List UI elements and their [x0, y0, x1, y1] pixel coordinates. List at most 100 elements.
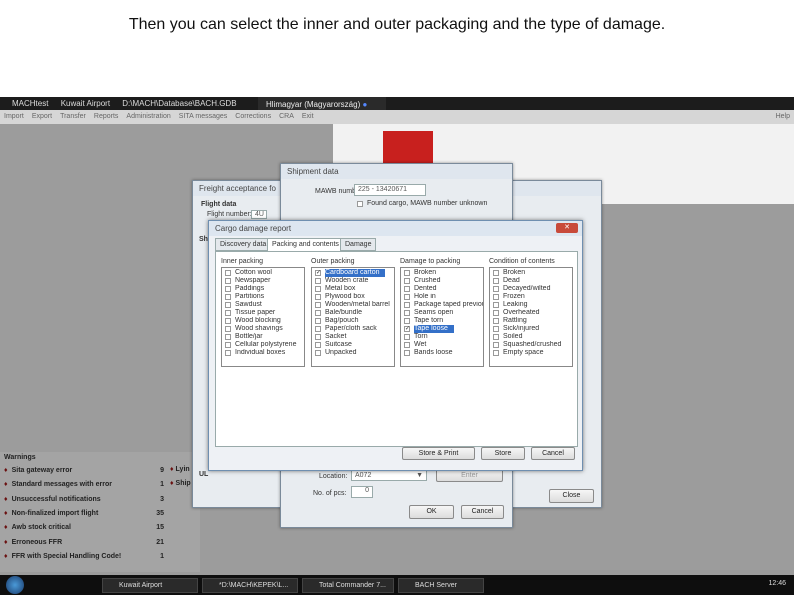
checkbox[interactable]	[404, 310, 410, 316]
checkbox[interactable]	[225, 326, 231, 332]
checkbox[interactable]: ✓	[404, 326, 410, 332]
found-cargo-checkbox[interactable]: Found cargo, MAWB number unknown	[354, 200, 487, 207]
checkbox[interactable]	[493, 326, 499, 332]
checkbox[interactable]	[493, 318, 499, 324]
checkbox-item[interactable]: Broken	[401, 269, 483, 277]
menu-corrections[interactable]: Corrections	[235, 113, 271, 120]
help-icon[interactable]: ●	[362, 100, 367, 109]
checkbox-item[interactable]: Tape torn	[401, 317, 483, 325]
checkbox-item[interactable]: Overheated	[490, 309, 572, 317]
checkbox[interactable]	[404, 302, 410, 308]
checkbox-item[interactable]: Wet	[401, 341, 483, 349]
checkbox-item[interactable]: Newspaper	[222, 277, 304, 285]
checkbox-item[interactable]: Unpacked	[312, 349, 394, 357]
menu-administration[interactable]: Administration	[126, 113, 170, 120]
checkbox[interactable]	[225, 318, 231, 324]
checkbox-item[interactable]: ✓ Tape loose	[401, 325, 483, 333]
checkbox[interactable]	[225, 270, 231, 276]
checkbox[interactable]	[315, 326, 321, 332]
checkbox[interactable]	[225, 334, 231, 340]
checkbox-item[interactable]: Bale/bundle	[312, 309, 394, 317]
tab-packing-contents[interactable]: Packing and contents	[267, 238, 344, 252]
checkbox-item[interactable]: Suitcase	[312, 341, 394, 349]
checkbox-item[interactable]: Wooden crate	[312, 277, 394, 285]
warning-item[interactable]: ♦ Erroneous FFR 21	[4, 538, 164, 548]
tab-damage[interactable]: Damage	[340, 238, 377, 251]
checkbox-item[interactable]: Decayed/wilted	[490, 285, 572, 293]
checkbox[interactable]	[225, 302, 231, 308]
warning-item[interactable]: ♦ Standard messages with error 1	[4, 480, 164, 490]
checkbox[interactable]	[315, 278, 321, 284]
checkbox-item[interactable]: Bands loose	[401, 349, 483, 357]
checkbox-item[interactable]: Leaking	[490, 301, 572, 309]
shipment-cancel-button[interactable]: Cancel	[461, 505, 504, 519]
checkbox-item[interactable]: Dead	[490, 277, 572, 285]
checkbox[interactable]	[493, 294, 499, 300]
checkbox[interactable]	[493, 310, 499, 316]
menu-cra[interactable]: CRA	[279, 113, 294, 120]
checkbox[interactable]	[315, 342, 321, 348]
close-icon[interactable]: ✕	[556, 223, 578, 233]
checkbox[interactable]	[404, 350, 410, 356]
checkbox-item[interactable]: Package taped previous	[401, 301, 483, 309]
checkbox-item[interactable]: Sacket	[312, 333, 394, 341]
checkbox[interactable]	[225, 342, 231, 348]
checkbox-item[interactable]: Hole in	[401, 293, 483, 301]
store-print-button[interactable]: Store & Print	[402, 447, 475, 460]
checkbox-item[interactable]: Soiled	[490, 333, 572, 341]
checkbox-item[interactable]: Cotton wool	[222, 269, 304, 277]
checkbox-item[interactable]: Metal box	[312, 285, 394, 293]
checkbox-item[interactable]: Tissue paper	[222, 309, 304, 317]
checkbox-item[interactable]: Sawdust	[222, 301, 304, 309]
checkbox[interactable]: ✓	[315, 270, 321, 276]
checkbox-list[interactable]: Broken Dead Decayed/wilted Frozen Leaking Ove…	[489, 267, 573, 367]
store-button[interactable]: Store	[481, 447, 525, 460]
checkbox-item[interactable]: Broken	[490, 269, 572, 277]
checkbox-item[interactable]: Dented	[401, 285, 483, 293]
checkbox-item[interactable]: Torn	[401, 333, 483, 341]
checkbox-list[interactable]: ✓ Cardboard carton Wooden crate Metal box Pl…	[311, 267, 395, 367]
menu-import[interactable]: Import	[4, 113, 24, 120]
checkbox-item[interactable]: Bag/pouch	[312, 317, 394, 325]
checkbox-item[interactable]: Individual boxes	[222, 349, 304, 357]
checkbox-item[interactable]: Bottle/jar	[222, 333, 304, 341]
menu-exit[interactable]: Exit	[302, 113, 314, 120]
checkbox-item[interactable]: Wood blocking	[222, 317, 304, 325]
checkbox-item[interactable]: Crushed	[401, 277, 483, 285]
task-total-commander[interactable]: Total Commander 7...	[302, 578, 394, 593]
start-button[interactable]	[6, 576, 24, 594]
menu-transfer[interactable]: Transfer	[60, 113, 86, 120]
checkbox[interactable]	[225, 286, 231, 292]
checkbox[interactable]	[315, 318, 321, 324]
mawb-field[interactable]: 225 - 13420671	[354, 184, 426, 196]
checkbox[interactable]	[404, 318, 410, 324]
warning-side-2[interactable]: ♦ Ship	[170, 480, 191, 487]
checkbox-item[interactable]: Cellular polystyrene	[222, 341, 304, 349]
checkbox[interactable]	[404, 278, 410, 284]
checkbox[interactable]	[315, 334, 321, 340]
checkbox-item[interactable]: ✓ Cardboard carton	[312, 269, 394, 277]
checkbox-item[interactable]: Seams open	[401, 309, 483, 317]
checkbox-item[interactable]: Sick/injured	[490, 325, 572, 333]
checkbox-item[interactable]: Frozen	[490, 293, 572, 301]
menu-sita[interactable]: SITA messages	[179, 113, 228, 120]
checkbox[interactable]	[493, 350, 499, 356]
checkbox-item[interactable]: Partitions	[222, 293, 304, 301]
menu-reports[interactable]: Reports	[94, 113, 119, 120]
task-kuwait-airport[interactable]: Kuwait Airport	[102, 578, 198, 593]
checkbox[interactable]	[493, 342, 499, 348]
checkbox[interactable]	[225, 350, 231, 356]
checkbox[interactable]	[315, 286, 321, 292]
task-bach-server[interactable]: BACH Server	[398, 578, 484, 593]
checkbox[interactable]	[493, 302, 499, 308]
flight-number-field[interactable]: 4U	[251, 210, 267, 219]
warning-item[interactable]: ♦ Non-finalized import flight 35	[4, 509, 164, 519]
damage-cancel-button[interactable]: Cancel	[531, 447, 575, 460]
checkbox[interactable]	[493, 334, 499, 340]
checkbox-item[interactable]: Empty space	[490, 349, 572, 357]
menu-export[interactable]: Export	[32, 113, 52, 120]
warning-side-1[interactable]: ♦ Lyin	[170, 466, 190, 473]
checkbox[interactable]	[225, 310, 231, 316]
checkbox[interactable]	[493, 270, 499, 276]
checkbox[interactable]	[404, 334, 410, 340]
